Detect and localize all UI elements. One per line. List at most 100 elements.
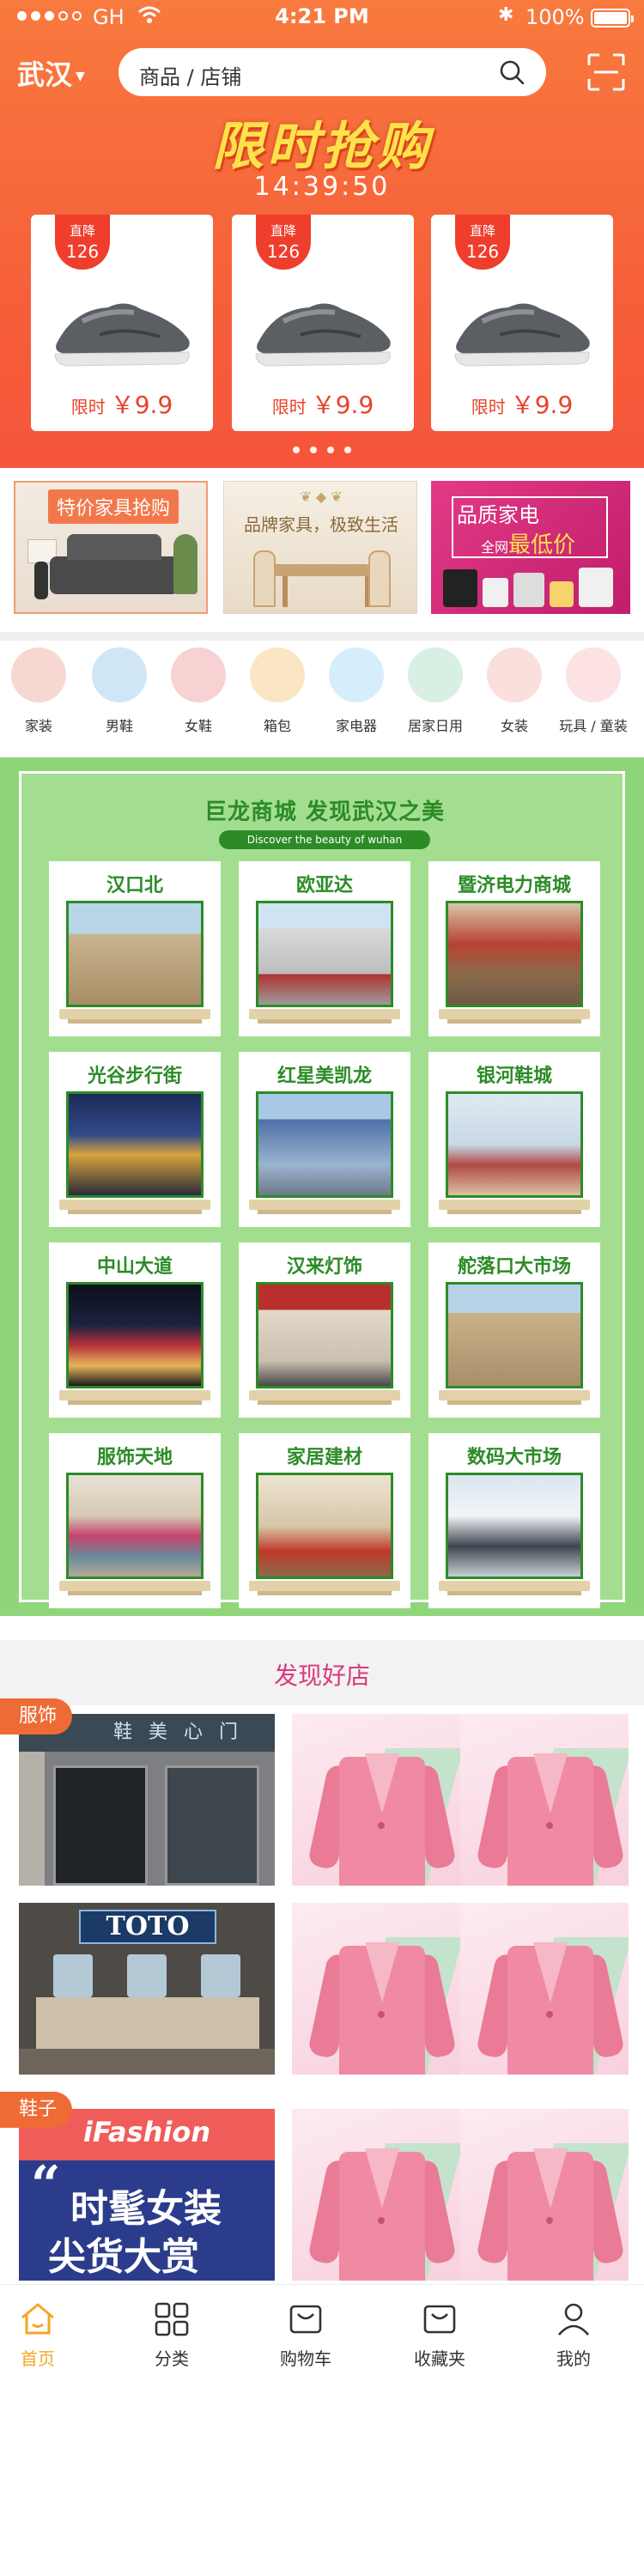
product-image — [460, 1714, 629, 1886]
mall-store-card[interactable]: 家居建材 — [239, 1433, 410, 1608]
store-name: 红星美凯龙 — [276, 1066, 372, 1087]
mirror-detail — [201, 1954, 240, 1997]
mall-store-card[interactable]: 欧亚达 — [239, 861, 410, 1036]
tab-cart[interactable]: 购物车 — [254, 2300, 357, 2370]
search-icon[interactable] — [498, 58, 526, 86]
shelf-decoration — [249, 1390, 400, 1405]
door-detail — [53, 1765, 148, 1886]
category-item-womens-clothing[interactable]: 女装 — [476, 647, 553, 735]
window-detail — [165, 1765, 259, 1886]
product-image — [292, 1903, 460, 2075]
deal-card[interactable]: 直降 126 限时 ￥9.9 — [431, 215, 613, 431]
shelf-decoration — [59, 1009, 210, 1024]
promo-label: 品质家电 — [457, 503, 539, 527]
promo-banner-furniture-sale[interactable]: 特价家具抢购 — [14, 481, 208, 614]
sofa-image — [50, 534, 179, 594]
shop-product-pair[interactable] — [292, 1714, 629, 1886]
pink-coat-image — [307, 1929, 458, 2075]
pink-coat-image — [307, 2135, 458, 2281]
promo-sublabel: 全网最低价 — [481, 532, 576, 558]
carousel-dots[interactable] — [0, 447, 644, 453]
category-ribbon-shoes[interactable]: 鞋子 — [0, 2092, 73, 2128]
shop-photo-ifashion[interactable]: iFashion “ 时髦女装 尖货大赏 — [19, 2109, 275, 2281]
mall-store-card[interactable]: 服饰天地 — [49, 1433, 221, 1608]
deal-card[interactable]: 直降 126 限时 ￥9.9 — [31, 215, 213, 431]
pink-coat-image — [475, 1740, 626, 1886]
section-divider — [0, 1616, 644, 1628]
shelf-decoration — [249, 1009, 400, 1024]
mall-store-card[interactable]: 数码大市场 — [428, 1433, 600, 1608]
store-photo — [446, 1091, 583, 1198]
quote-mark-icon: “ — [31, 2155, 61, 2215]
store-photo — [256, 1282, 393, 1388]
category-item-home-decor[interactable]: 家装 — [0, 647, 77, 735]
chair-image — [253, 550, 276, 607]
mirror-detail — [53, 1954, 93, 1997]
cart-icon — [289, 2305, 322, 2334]
tab-profile[interactable]: 我的 — [522, 2300, 625, 2370]
shelf-decoration — [59, 1581, 210, 1595]
mall-store-card[interactable]: 红星美凯龙 — [239, 1052, 410, 1227]
category-item-mens-shoes[interactable]: 男鞋 — [81, 647, 158, 735]
appliances-image — [443, 564, 618, 607]
shelf-decoration — [439, 1390, 590, 1405]
promo-banner-brand-furniture[interactable]: ❦ ◆ ❦ 品牌家具，极致生活 — [223, 481, 417, 614]
store-name: 服饰天地 — [96, 1447, 173, 1468]
crest-ornament-icon: ❦ ◆ ❦ — [300, 489, 343, 505]
store-photo — [256, 901, 393, 1007]
mall-store-card[interactable]: 汉来灯饰 — [239, 1242, 410, 1418]
category-ribbon-clothing[interactable]: 服饰 — [0, 1698, 73, 1735]
search-bar[interactable]: 商品 / 店铺 — [118, 48, 546, 96]
category-item-toys-kids[interactable]: 玩具 / 童装 — [555, 647, 632, 735]
store-name: 数码大市场 — [466, 1447, 562, 1468]
store-name: 欧亚达 — [295, 875, 353, 896]
handbag-icon — [250, 647, 305, 702]
category-item-appliances[interactable]: 家电器 — [318, 647, 395, 735]
sneaker-image — [255, 303, 391, 367]
deal-price: 限时 ￥9.9 — [471, 391, 574, 419]
floor-detail — [19, 2049, 275, 2075]
promo-label: 品牌家具，极致生活 — [244, 514, 398, 535]
shop-product-pair[interactable] — [292, 2109, 629, 2281]
status-bar: GH 4:21 PM ✱ 100% — [0, 0, 644, 38]
shelf-decoration — [249, 1581, 400, 1595]
category-item-womens-shoes[interactable]: 女鞋 — [160, 647, 237, 735]
promo-banner-appliances[interactable]: 品质家电 全网最低价 — [431, 481, 630, 614]
mall-store-card[interactable]: 中山大道 — [49, 1242, 221, 1418]
caret-down-icon: ▼ — [76, 70, 85, 83]
scan-icon[interactable] — [587, 53, 625, 91]
bluetooth-icon: ✱ — [498, 4, 514, 26]
store-photo — [256, 1091, 393, 1198]
shop-photo-storefront[interactable]: 鞋 美 心 门 — [19, 1714, 275, 1886]
mall-store-card[interactable]: 汉口北 — [49, 861, 221, 1036]
category-item-household[interactable]: 居家日用 — [397, 647, 474, 735]
discount-badge: 直降 126 — [455, 215, 510, 270]
shop-product-pair[interactable] — [292, 1903, 629, 2075]
tab-home[interactable]: 首页 — [0, 2300, 89, 2370]
store-name: 中山大道 — [96, 1256, 173, 1278]
wall-detail — [19, 1752, 45, 1886]
category-item-bags[interactable]: 箱包 — [239, 647, 316, 735]
store-name: 光谷步行街 — [87, 1066, 182, 1087]
store-name: 汉口北 — [106, 875, 163, 896]
deal-card[interactable]: 直降 126 限时 ￥9.9 — [232, 215, 414, 431]
high-heel-icon — [171, 647, 226, 702]
rice-cooker-icon — [329, 647, 384, 702]
shop-photo-toto[interactable]: TOTO — [19, 1903, 275, 2075]
user-icon — [558, 2303, 589, 2336]
towels-icon — [408, 647, 463, 702]
app-root: GH 4:21 PM ✱ 100% 武汉 ▼ 商品 / 店铺 限时抢购 14:39… — [0, 0, 644, 2576]
mall-store-card[interactable]: 暨济电力商城 — [428, 861, 600, 1036]
mall-section: 巨龙商城 发现武汉之美 Discover the beauty of wuhan… — [0, 757, 644, 1616]
discount-badge: 直降 126 — [55, 215, 110, 270]
mirror-detail — [127, 1954, 167, 1997]
flash-sale-title: 限时抢购 — [212, 117, 432, 177]
mall-store-card[interactable]: 光谷步行街 — [49, 1052, 221, 1227]
tab-category[interactable]: 分类 — [120, 2300, 223, 2370]
shelf-decoration — [59, 1200, 210, 1214]
city-selector[interactable]: 武汉 ▼ — [17, 53, 85, 93]
mens-shoe-icon — [92, 647, 147, 702]
tab-favorites[interactable]: 收藏夹 — [388, 2300, 491, 2370]
mall-store-card[interactable]: 银河鞋城 — [428, 1052, 600, 1227]
mall-store-card[interactable]: 舵落口大市场 — [428, 1242, 600, 1418]
